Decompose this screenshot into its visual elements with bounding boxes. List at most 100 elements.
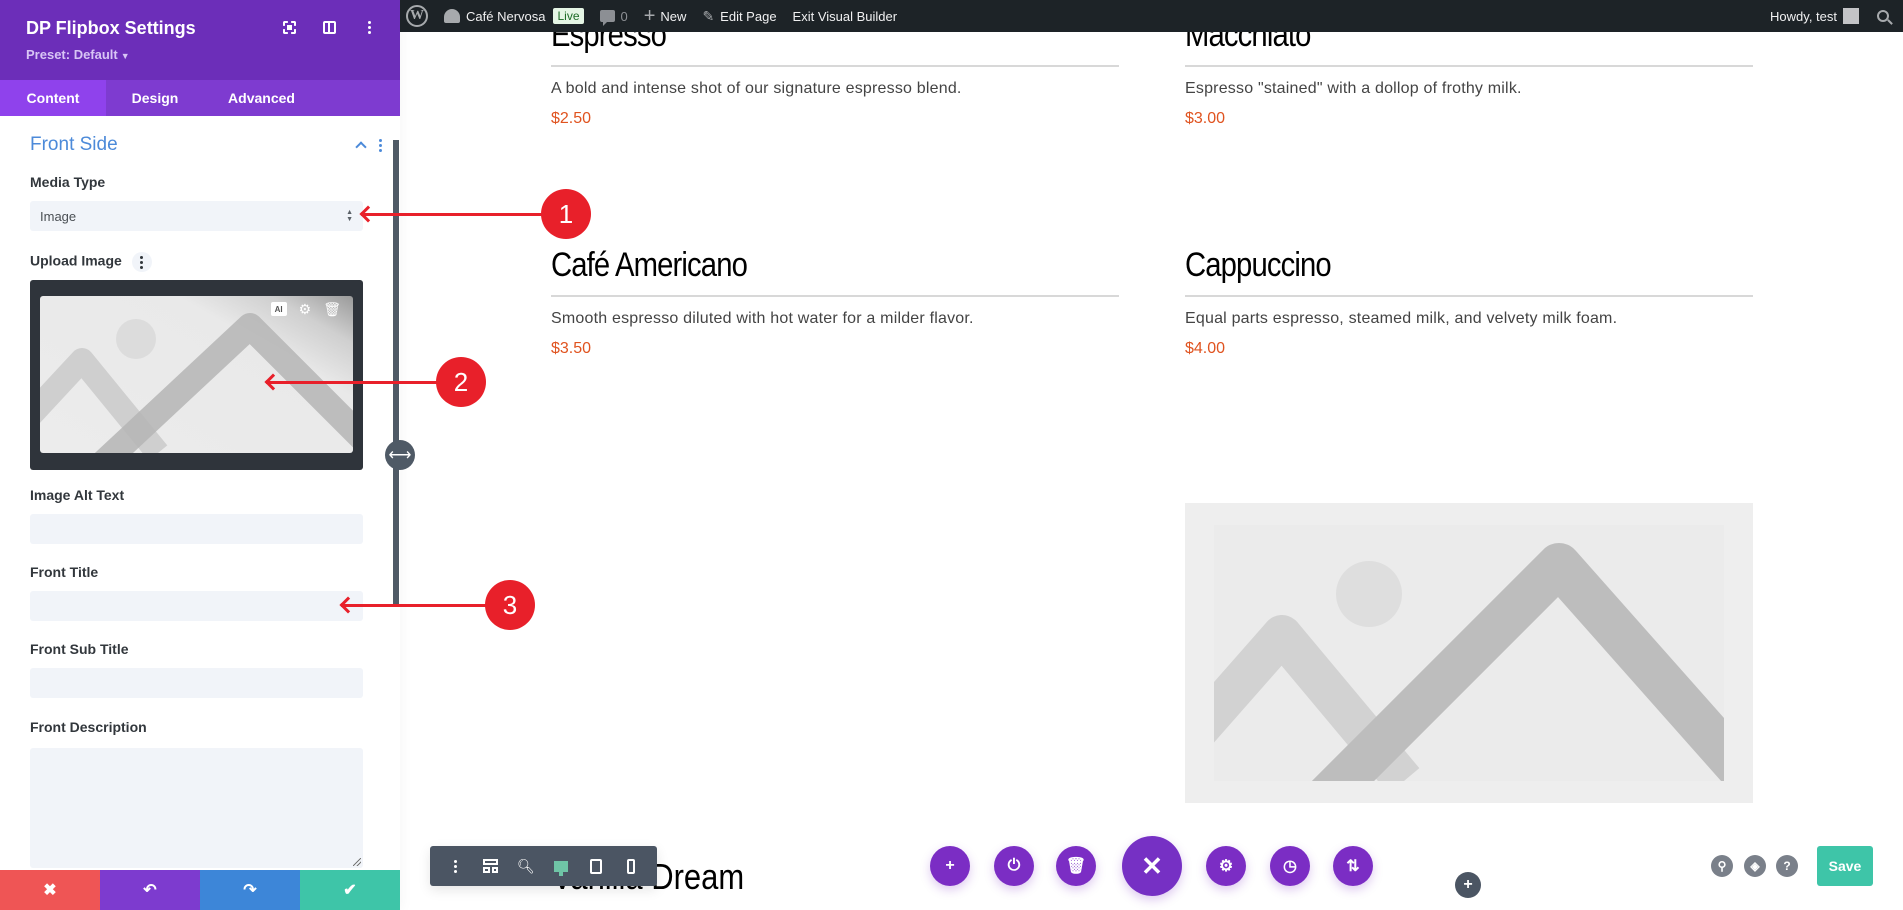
history-button[interactable]: ◷ <box>1270 846 1310 886</box>
exit-visual-builder-link[interactable]: Exit Visual Builder <box>785 0 906 32</box>
add-module-button[interactable]: + <box>930 846 970 886</box>
save-button[interactable]: Save <box>1817 846 1873 886</box>
load-layout-button[interactable]: ⏻ <box>994 846 1034 886</box>
tab-design[interactable]: Design <box>106 80 204 116</box>
site-name-menu[interactable]: Café Nervosa Live <box>436 0 592 32</box>
divider <box>551 65 1119 67</box>
menu-item-title: Café Americano <box>551 246 748 284</box>
exit-builder-label: Exit Visual Builder <box>792 8 898 24</box>
trash-icon: 🗑 <box>1065 858 1087 875</box>
phone-view-icon[interactable] <box>621 856 641 876</box>
panel-scrollbar[interactable] <box>393 140 399 607</box>
panel-footer: ✖ ↶ ↷ ✔ <box>0 870 400 910</box>
upload-image-label-row: Upload Image <box>30 252 152 272</box>
preset-label: Preset: Default <box>26 47 118 62</box>
find-replace-button[interactable]: ⚲ <box>1711 855 1733 877</box>
front-description-label: Front Description <box>30 719 147 735</box>
field-options-icon[interactable] <box>131 252 152 272</box>
panel-resize-handle[interactable]: ⟷ <box>385 440 415 470</box>
zoom-icon[interactable]: 🔍︎ <box>516 856 536 876</box>
checkmark-icon: ✔ <box>343 882 357 899</box>
plus-icon: + <box>643 5 656 27</box>
front-title-input[interactable] <box>30 591 363 621</box>
view-mode-toolbar: 🔍︎ <box>430 846 657 886</box>
clear-layout-button[interactable]: 🗑 <box>1056 846 1096 886</box>
front-subtitle-label: Front Sub Title <box>30 641 129 657</box>
front-description-textarea[interactable] <box>30 748 363 868</box>
layers-button[interactable]: ◈ <box>1744 855 1766 877</box>
search-icon: ⚲ <box>1717 859 1727 873</box>
horizontal-arrows-icon: ⟷ <box>388 447 412 464</box>
flipbox-image-placeholder[interactable] <box>1185 503 1753 803</box>
edit-page-label: Edit Page <box>720 8 777 24</box>
wordpress-logo-icon: W <box>406 5 428 27</box>
image-placeholder-icon <box>1214 525 1724 781</box>
menu-item-description: Smooth espresso diluted with hot water f… <box>551 310 974 327</box>
import-export-arrows-icon: ⇅ <box>1346 858 1360 875</box>
divider <box>1185 295 1753 297</box>
page-settings-button[interactable]: ⚙ <box>1206 846 1246 886</box>
image-alt-input[interactable] <box>30 514 363 544</box>
pencil-icon: ✎ <box>702 7 715 24</box>
close-builder-menu-button[interactable]: ✕ <box>1122 836 1182 896</box>
desktop-view-icon[interactable] <box>551 856 571 876</box>
media-type-label: Media Type <box>30 174 106 190</box>
help-button[interactable]: ? <box>1776 855 1798 877</box>
sidebar-layout-icon[interactable] <box>322 20 336 34</box>
media-type-select[interactable]: Image ▲ ▼ <box>30 201 363 231</box>
resize-grip-icon[interactable] <box>353 858 361 866</box>
tab-advanced[interactable]: Advanced <box>204 80 319 116</box>
edit-page-link[interactable]: ✎ Edit Page <box>694 0 784 32</box>
trash-icon[interactable]: 🗑 <box>323 302 341 316</box>
discard-button[interactable]: ✖ <box>0 870 100 910</box>
expand-icon[interactable] <box>282 20 296 34</box>
menu-item-price: $3.00 <box>1185 110 1226 127</box>
redo-button[interactable]: ↷ <box>200 870 300 910</box>
wireframe-view-icon[interactable] <box>481 856 501 876</box>
front-subtitle-input[interactable] <box>30 668 363 698</box>
plus-icon: + <box>1463 876 1473 893</box>
add-row-button[interactable]: + <box>1455 872 1481 898</box>
menu-item-description: Espresso "stained" with a dollop of frot… <box>1185 80 1522 97</box>
apply-button[interactable]: ✔ <box>300 870 400 910</box>
upload-image-preview[interactable]: AI ⚙ 🗑 <box>40 296 353 453</box>
media-type-value: Image <box>40 208 77 224</box>
more-options-icon[interactable] <box>446 856 466 876</box>
account-menu[interactable]: Howdy, test <box>1762 0 1867 32</box>
image-placeholder-icon <box>40 313 353 453</box>
section-title: Front Side <box>30 134 118 155</box>
redo-icon: ↷ <box>243 882 257 899</box>
tablet-view-icon[interactable] <box>586 856 606 876</box>
more-options-icon[interactable] <box>362 20 376 34</box>
comments-menu[interactable]: 0 <box>592 0 636 32</box>
menu-item: Espresso A bold and intense shot of our … <box>551 16 1119 128</box>
menu-item: Macchiato Espresso "stained" with a doll… <box>1185 16 1753 128</box>
undo-button[interactable]: ↶ <box>100 870 200 910</box>
howdy-label: Howdy, test <box>1770 8 1837 24</box>
section-header-front-side[interactable]: Front Side <box>30 130 382 160</box>
tab-content[interactable]: Content <box>0 80 106 116</box>
wp-logo-menu[interactable]: W <box>400 0 436 32</box>
menu-item-title: Cappuccino <box>1185 246 1332 284</box>
wp-admin-bar: W Café Nervosa Live 0 + New ✎ Edit Page … <box>400 0 1903 32</box>
undo-icon: ↶ <box>143 882 157 899</box>
menu-item-price: $4.00 <box>1185 340 1226 357</box>
clock-icon: ◷ <box>1283 858 1297 875</box>
front-title-label: Front Title <box>30 564 99 580</box>
caret-down-icon: ▼ <box>120 51 130 61</box>
menu-item-description: A bold and intense shot of our signature… <box>551 80 962 97</box>
module-settings-panel: DP Flipbox Settings Preset: Default ▼ Con… <box>0 0 400 910</box>
gear-icon[interactable]: ⚙ <box>299 302 312 316</box>
preset-selector[interactable]: Preset: Default ▼ <box>26 47 400 62</box>
annotation-arrow-2 <box>266 381 441 384</box>
upload-image-field[interactable]: AI ⚙ 🗑 <box>30 280 363 470</box>
divider <box>1185 65 1753 67</box>
menu-item: Café Americano Smooth espresso diluted w… <box>551 246 1119 358</box>
ai-generate-button[interactable]: AI <box>270 302 287 316</box>
search-icon[interactable] <box>1877 10 1889 22</box>
menu-item-description: Equal parts espresso, steamed milk, and … <box>1185 310 1618 327</box>
chevron-up-icon[interactable] <box>355 141 367 153</box>
portability-button[interactable]: ⇅ <box>1333 846 1373 886</box>
new-content-menu[interactable]: + New <box>636 0 695 32</box>
section-options-icon[interactable] <box>379 138 382 152</box>
